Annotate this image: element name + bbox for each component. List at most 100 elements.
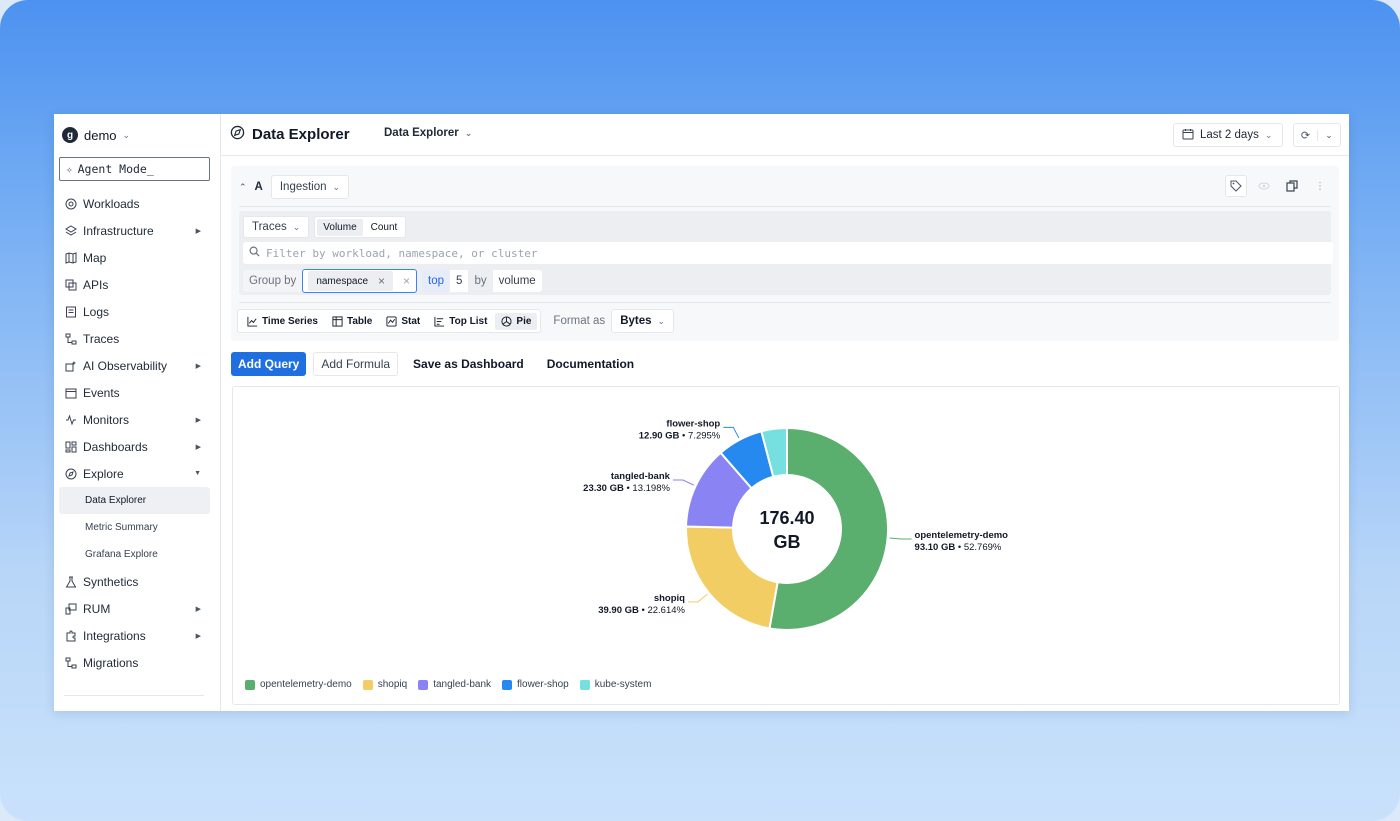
viz-tab-top-list[interactable]: Top List bbox=[428, 313, 493, 330]
duplicate-icon[interactable] bbox=[1281, 175, 1303, 197]
legend-label: opentelemetry-demo bbox=[260, 679, 352, 690]
query-header: ⌃ A Ingestion ⌄ bbox=[239, 175, 350, 199]
chevron-down-icon: ⌄ bbox=[657, 315, 666, 326]
group-by-value: namespace bbox=[316, 275, 369, 287]
group-by-row: Group by namespace × × top 5 by volume bbox=[243, 269, 542, 293]
sidebar-item-label: RUM bbox=[83, 601, 111, 616]
refresh-interval-chevron-icon[interactable]: ⌄ bbox=[1316, 129, 1340, 141]
pie-slice-shopiq[interactable] bbox=[685, 525, 779, 630]
viz-tab-table[interactable]: Table bbox=[326, 313, 378, 330]
search-icon bbox=[249, 246, 260, 260]
legend-label: shopiq bbox=[377, 679, 408, 690]
sidebar-item-migrations[interactable]: Migrations bbox=[54, 649, 221, 676]
org-name: demo bbox=[84, 127, 117, 143]
sidebar-item-workloads[interactable]: Workloads bbox=[54, 190, 221, 217]
logs-icon bbox=[64, 305, 77, 318]
chevron-down-icon: ⌄ bbox=[1264, 129, 1273, 140]
sidebar-item-apis[interactable]: APIs bbox=[54, 271, 221, 298]
documentation-link[interactable]: Documentation bbox=[539, 352, 642, 376]
format-dropdown[interactable]: Bytes ⌄ bbox=[611, 309, 675, 333]
group-by-input[interactable]: namespace × × bbox=[302, 269, 418, 293]
breadcrumb-dropdown[interactable]: Data Explorer ⌄ bbox=[384, 127, 472, 139]
time-range-picker[interactable]: Last 2 days ⌄ bbox=[1173, 123, 1283, 147]
pie-label-leader bbox=[723, 426, 740, 439]
sidebar-item-map[interactable]: Map bbox=[54, 244, 221, 271]
sidebar-item-label: Map bbox=[83, 250, 107, 265]
sidebar-item-label: Traces bbox=[83, 331, 120, 346]
traces-icon bbox=[64, 332, 77, 345]
filter-input[interactable]: Filter by workload, namespace, or cluste… bbox=[243, 242, 1333, 264]
pie-label-leader bbox=[672, 479, 695, 486]
workloads-icon bbox=[64, 197, 77, 210]
sidebar-item-traces[interactable]: Traces bbox=[54, 325, 221, 352]
chevron-down-icon: ⌄ bbox=[122, 129, 131, 140]
page-header: Data Explorer Data Explorer ⌄ Last 2 day… bbox=[221, 114, 1349, 156]
clear-icon[interactable]: × bbox=[403, 274, 410, 288]
by-label: by bbox=[474, 275, 487, 287]
mode-count[interactable]: Count bbox=[365, 219, 404, 236]
background-frame: g demo ⌄ ✧ Agent Mode_ Workloads Infrastr… bbox=[0, 0, 1400, 821]
pie-icon bbox=[501, 315, 512, 327]
query-panel: ⌃ A Ingestion ⌄ ⋮ Traces ⌄ Volume Count … bbox=[231, 166, 1339, 341]
legend-item[interactable]: flower-shop bbox=[502, 679, 569, 690]
legend-label: tangled-bank bbox=[433, 679, 492, 690]
legend-item[interactable]: kube-system bbox=[579, 679, 652, 690]
top-n-input[interactable]: 5 bbox=[450, 270, 469, 292]
sidebar-subitem-grafana-explore[interactable]: Grafana Explore bbox=[59, 541, 210, 568]
add-formula-button[interactable]: Add Formula bbox=[313, 352, 399, 376]
sidebar-item-integrations[interactable]: Integrations ▶ bbox=[54, 622, 221, 649]
caret-right-icon: ▶ bbox=[195, 416, 201, 424]
tag-icon[interactable] bbox=[1225, 175, 1247, 197]
mode-volume[interactable]: Volume bbox=[317, 218, 363, 236]
sidebar-item-events[interactable]: Events bbox=[54, 379, 221, 406]
by-value-dropdown[interactable]: volume bbox=[492, 270, 542, 292]
sidebar-item-infrastructure[interactable]: Infrastructure ▶ bbox=[54, 217, 221, 244]
legend-item[interactable]: opentelemetry-demo bbox=[245, 679, 352, 690]
sidebar-subitem-metric-summary[interactable]: Metric Summary bbox=[59, 514, 210, 541]
more-vertical-icon[interactable]: ⋮ bbox=[1309, 175, 1331, 197]
save-as-dashboard-button[interactable]: Save as Dashboard bbox=[405, 352, 532, 376]
viz-tab-stat[interactable]: Stat bbox=[380, 313, 426, 330]
legend-item[interactable]: shopiq bbox=[362, 679, 408, 690]
refresh-icon[interactable]: ⟳ bbox=[1294, 129, 1317, 142]
sidebar-subitem-data-explorer[interactable]: Data Explorer bbox=[59, 487, 210, 514]
signal-dropdown[interactable]: Traces ⌄ bbox=[243, 216, 310, 238]
pie-label-name: tangled-bank bbox=[611, 471, 671, 482]
source-dropdown[interactable]: Ingestion ⌄ bbox=[270, 175, 350, 199]
sidebar-item-label: APIs bbox=[83, 277, 109, 292]
query-actions: ⋮ bbox=[1225, 175, 1331, 197]
eye-icon[interactable] bbox=[1253, 175, 1275, 197]
sidebar-item-label: Events bbox=[83, 385, 120, 400]
viz-tab-pie[interactable]: Pie bbox=[495, 312, 538, 330]
sidebar-item-label: AI Observability bbox=[83, 358, 168, 373]
org-switcher[interactable]: g demo ⌄ bbox=[62, 126, 130, 144]
legend-item[interactable]: tangled-bank bbox=[418, 679, 491, 690]
viz-label: Pie bbox=[516, 315, 532, 327]
rum-icon bbox=[64, 602, 77, 615]
chevron-down-icon: ⌄ bbox=[464, 127, 473, 138]
sidebar-item-ai-observability[interactable]: AI Observability ▶ bbox=[54, 352, 221, 379]
sidebar-item-dashboards[interactable]: Dashboards ▶ bbox=[54, 433, 221, 460]
sidebar-divider bbox=[64, 695, 204, 696]
sidebar-item-label: Explore bbox=[83, 466, 124, 481]
sidebar-item-rum[interactable]: RUM ▶ bbox=[54, 595, 221, 622]
remove-chip-icon[interactable]: × bbox=[378, 274, 385, 288]
sidebar-item-logs[interactable]: Logs bbox=[54, 298, 221, 325]
add-query-button[interactable]: Add Query bbox=[231, 352, 307, 376]
viz-tab-time-series[interactable]: Time Series bbox=[241, 313, 324, 330]
time-series-icon bbox=[247, 316, 258, 327]
legend-label: kube-system bbox=[594, 679, 652, 690]
sidebar-item-explore[interactable]: Explore ▼ bbox=[54, 460, 221, 487]
api-icon bbox=[64, 278, 77, 291]
collapse-icon[interactable]: ⌃ bbox=[239, 182, 247, 193]
viz-type-tabs: Time Series Table Stat Top List Pie bbox=[237, 309, 542, 333]
sidebar-item-synthetics[interactable]: Synthetics bbox=[54, 568, 221, 595]
caret-right-icon: ▶ bbox=[195, 227, 201, 235]
chevron-down-icon: ⌄ bbox=[292, 221, 301, 232]
page-title: Data Explorer bbox=[230, 125, 350, 144]
agent-mode-input[interactable]: ✧ Agent Mode_ bbox=[59, 157, 210, 181]
query-letter: A bbox=[254, 181, 263, 193]
sidebar-item-monitors[interactable]: Monitors ▶ bbox=[54, 406, 221, 433]
viz-label: Table bbox=[346, 315, 373, 327]
viz-label: Stat bbox=[401, 315, 421, 327]
